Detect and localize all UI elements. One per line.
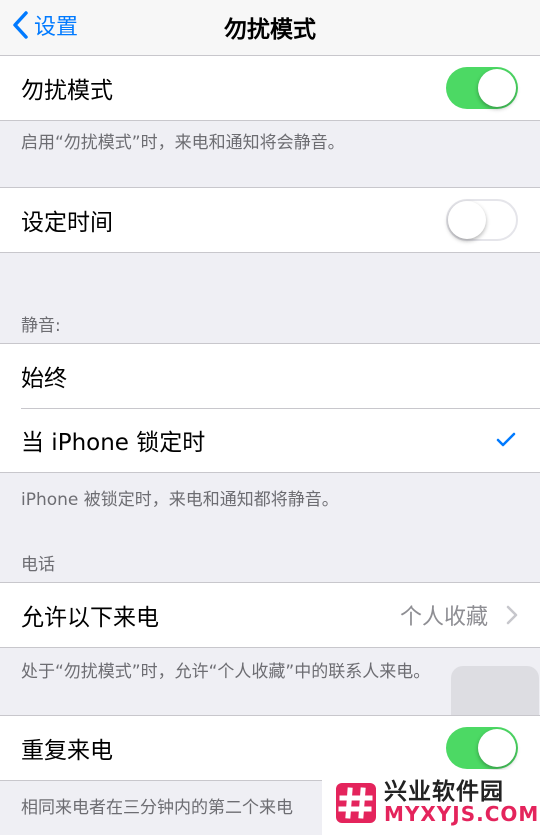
repeat-footer: 相同来电者在三分钟内的第二个来电	[21, 798, 293, 818]
toggle-knob	[478, 69, 516, 107]
repeat-label: 重复来电	[21, 738, 113, 764]
silence-option-locked[interactable]: 当 iPhone 锁定时	[0, 408, 540, 472]
silence-header: 静音:	[21, 316, 61, 336]
dnd-toggle[interactable]	[446, 67, 518, 109]
dnd-row: 勿扰模式	[0, 56, 540, 120]
option-label: 当 iPhone 锁定时	[21, 430, 206, 456]
silence-option-always[interactable]: 始终	[0, 344, 540, 408]
allow-calls-value: 个人收藏	[399, 605, 488, 630]
navigation-bar: 设置 勿扰模式	[0, 0, 540, 56]
option-label: 始终	[21, 366, 67, 392]
schedule-toggle[interactable]	[446, 199, 518, 241]
silence-footer: iPhone 被锁定时，来电和通知都将静音。	[21, 490, 339, 510]
phone-group: 允许以下来电 个人收藏	[0, 582, 540, 648]
allow-calls-row[interactable]: 允许以下来电 个人收藏	[0, 583, 540, 647]
repeat-toggle[interactable]	[446, 727, 518, 769]
chevron-right-icon	[506, 605, 518, 625]
schedule-row: 设定时间	[0, 188, 540, 252]
hash-logo-icon	[336, 782, 376, 823]
toggle-knob	[448, 201, 486, 239]
watermark-cn: 兴业软件园	[384, 778, 504, 805]
toggle-knob	[478, 729, 516, 767]
phone-footer: 处于“勿扰模式”时，允许“个人收藏”中的联系人来电。	[21, 662, 431, 682]
dnd-group: 勿扰模式	[0, 55, 540, 121]
phone-header: 电话	[21, 555, 55, 575]
silence-group: 始终 当 iPhone 锁定时	[0, 343, 540, 473]
schedule-label: 设定时间	[21, 210, 113, 236]
allow-calls-label: 允许以下来电	[21, 605, 159, 631]
dnd-label: 勿扰模式	[21, 78, 113, 104]
site-watermark: 兴业软件园 MYXYJS.COM	[322, 770, 540, 835]
page-title: 勿扰模式	[224, 17, 316, 43]
dnd-footer: 启用“勿扰模式”时，来电和通知将会静音。	[21, 133, 345, 153]
schedule-group: 设定时间	[0, 187, 540, 253]
checkmark-icon	[496, 432, 516, 447]
watermark-en: MYXYJS.COM	[384, 802, 540, 827]
